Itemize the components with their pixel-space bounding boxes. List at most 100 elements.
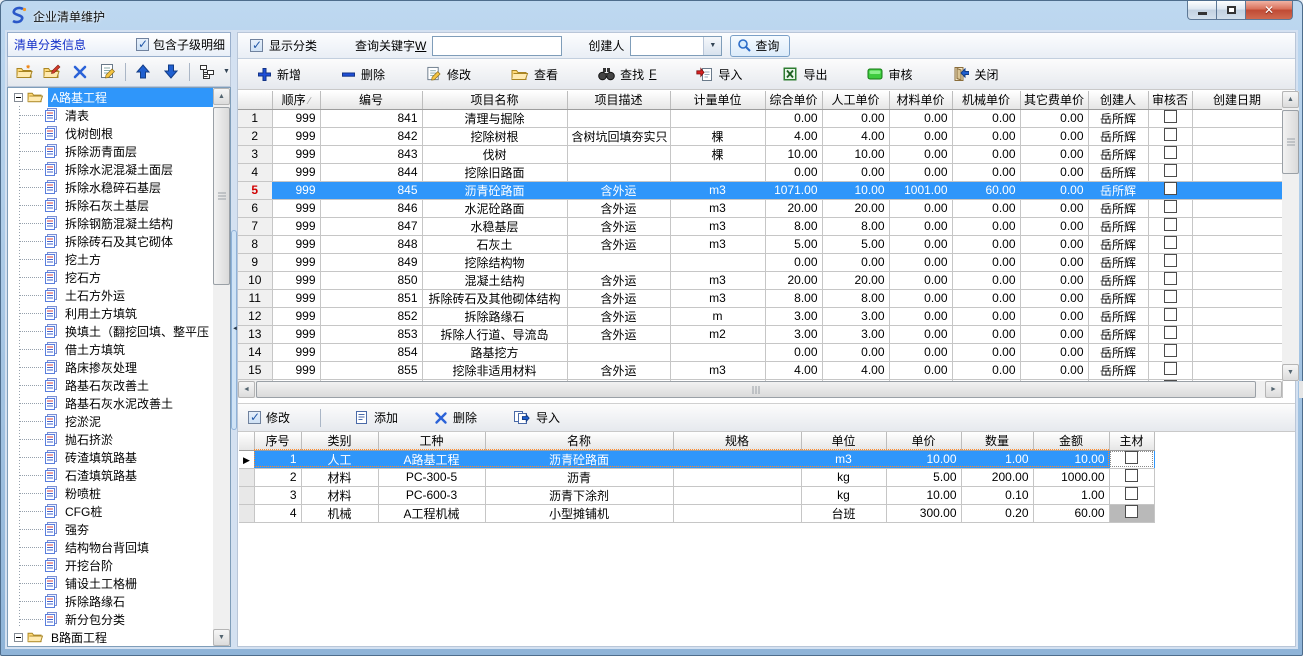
audit-checkbox[interactable] (1164, 308, 1177, 321)
column-header[interactable]: 序号 (254, 432, 301, 450)
row-number[interactable]: 13 (238, 325, 272, 343)
tree-item[interactable]: 拆除水稳碎石基层 (8, 178, 213, 196)
tree-item[interactable]: 拆除砖石及其它砌体 (8, 232, 213, 250)
table-row[interactable]: 14999854路基挖方0.000.000.000.000.00岳所辉 (238, 343, 1282, 361)
column-header[interactable]: 单位 (801, 432, 886, 450)
table-row[interactable]: 4999844挖除旧路面0.000.000.000.000.00岳所辉 (238, 163, 1282, 181)
column-header[interactable]: 计量单位 (670, 91, 765, 109)
creator-combobox[interactable]: ▼ (630, 36, 722, 56)
tree-item[interactable]: 拆除沥青面层 (8, 142, 213, 160)
collapse-minus-icon[interactable] (14, 93, 23, 102)
audit-checkbox[interactable] (1164, 128, 1177, 141)
row-number[interactable]: 7 (238, 217, 272, 235)
detail-modify-checkbox[interactable] (248, 411, 261, 424)
column-header[interactable]: 材料单价 (889, 91, 952, 109)
close-form-button[interactable]: 关闭 (949, 64, 1001, 85)
scroll-up-icon[interactable]: ▲ (1282, 91, 1299, 108)
tree-item[interactable]: 铺设土工格栅 (8, 574, 213, 592)
tree-item[interactable]: 路床掺灰处理 (8, 358, 213, 376)
table-row[interactable]: 7999847水稳基层含外运m38.008.000.000.000.00岳所辉 (238, 217, 1282, 235)
modify-category-button[interactable] (95, 60, 118, 84)
column-header[interactable]: 人工单价 (822, 91, 889, 109)
collapse-minus-icon[interactable] (14, 633, 23, 642)
tree-item[interactable]: 土石方外运 (8, 286, 213, 304)
column-header[interactable]: 项目名称 (422, 91, 567, 109)
main-material-checkbox[interactable] (1125, 505, 1138, 518)
tree-item[interactable]: 抛石挤淤 (8, 430, 213, 448)
titlebar[interactable]: 企业清单维护 ✕ (1, 1, 1302, 30)
import-button[interactable]: 导入 (693, 64, 745, 85)
table-row[interactable]: 13999853拆除人行道、导流岛含外运m23.003.000.000.000.… (238, 325, 1282, 343)
column-header[interactable]: 机械单价 (952, 91, 1020, 109)
tree-item[interactable]: 路基石灰改善土 (8, 376, 213, 394)
table-row[interactable]: 1999841清理与掘除0.000.000.000.000.00岳所辉 (238, 109, 1282, 127)
row-number[interactable]: 5 (238, 181, 272, 199)
table-row[interactable]: 12999852拆除路缘石含外运m3.003.000.000.000.00岳所辉 (238, 307, 1282, 325)
column-header[interactable]: 项目描述 (567, 91, 670, 109)
tree-item[interactable]: 结构物台背回填 (8, 538, 213, 556)
tree-item[interactable]: 换填土（翻挖回填、整平压 (8, 322, 213, 340)
table-row[interactable]: 3材料PC-600-3沥青下涂剂kg10.000.101.00 (239, 486, 1154, 504)
delete-category-button[interactable] (68, 60, 91, 84)
row-marker[interactable]: ▶ (239, 450, 254, 468)
row-number[interactable]: 4 (238, 163, 272, 181)
audit-checkbox[interactable] (1164, 200, 1177, 213)
row-number[interactable]: 14 (238, 343, 272, 361)
tree-item[interactable]: 挖土方 (8, 250, 213, 268)
table-row[interactable]: 11999851拆除砖石及其他砌体结构含外运m38.008.000.000.00… (238, 289, 1282, 307)
find-button[interactable]: 查找F (595, 64, 659, 85)
row-number[interactable]: 3 (238, 145, 272, 163)
minimize-button[interactable] (1187, 1, 1217, 20)
new-category-button[interactable] (13, 60, 36, 84)
scroll-right-icon[interactable]: ► (1265, 381, 1282, 398)
tree-folder-item[interactable]: B路面工程 (8, 628, 213, 646)
row-number[interactable]: 10 (238, 271, 272, 289)
audit-button[interactable]: 审核 (864, 64, 915, 85)
tree-scrollbar[interactable]: ▲ ▼ (213, 88, 230, 646)
item-grid-vthumb[interactable] (1282, 110, 1299, 174)
detail-add-button[interactable]: 添加 (351, 407, 401, 428)
audit-checkbox[interactable] (1164, 344, 1177, 357)
tree-folder-item[interactable]: A路基工程 (8, 88, 213, 106)
tree-levels-dropdown-arrow[interactable]: ▼ (223, 68, 230, 75)
chevron-down-icon[interactable]: ▼ (703, 37, 721, 55)
table-row[interactable]: 3999843伐树棵10.0010.000.000.000.00岳所辉 (238, 145, 1282, 163)
row-number[interactable]: 2 (238, 127, 272, 145)
tree-item[interactable]: 清表 (8, 106, 213, 124)
column-header[interactable]: 编号 (320, 91, 422, 109)
table-row[interactable]: 4机械A工程机械小型摊铺机台班300.000.2060.00 (239, 504, 1154, 522)
column-header[interactable]: 类别 (301, 432, 378, 450)
scroll-left-icon[interactable]: ◄ (238, 381, 255, 398)
tree-item[interactable]: 借土方填筑 (8, 340, 213, 358)
table-row[interactable]: 8999848石灰土含外运m35.005.000.000.000.00岳所辉 (238, 235, 1282, 253)
move-up-button[interactable] (132, 60, 155, 84)
row-marker[interactable] (239, 468, 254, 486)
delete-button[interactable]: 删除 (338, 64, 388, 85)
table-row[interactable]: 5999845沥青砼路面含外运m31071.0010.001001.0060.0… (238, 181, 1282, 199)
audit-checkbox[interactable] (1164, 254, 1177, 267)
tree-item[interactable]: 粉喷桩 (8, 484, 213, 502)
audit-checkbox[interactable] (1164, 164, 1177, 177)
item-grid-hthumb[interactable] (256, 381, 1256, 398)
audit-checkbox[interactable] (1164, 218, 1177, 231)
detail-import-button[interactable]: 导入 (510, 407, 563, 428)
row-number[interactable]: 12 (238, 307, 272, 325)
tree-item[interactable]: 挖淤泥 (8, 412, 213, 430)
row-number[interactable]: 9 (238, 253, 272, 271)
column-header[interactable]: 其它费单价 (1020, 91, 1088, 109)
tree-item[interactable]: 开挖台阶 (8, 556, 213, 574)
audit-checkbox[interactable] (1164, 272, 1177, 285)
column-header[interactable]: 金额 (1033, 432, 1109, 450)
audit-checkbox[interactable] (1164, 236, 1177, 249)
audit-checkbox[interactable] (1164, 362, 1177, 375)
row-number[interactable]: 11 (238, 289, 272, 307)
tree-item[interactable]: 拆除路缘石 (8, 592, 213, 610)
scroll-up-icon[interactable]: ▲ (213, 88, 230, 105)
tree-scrollbar-thumb[interactable] (213, 107, 230, 285)
audit-checkbox[interactable] (1164, 290, 1177, 303)
tree-item[interactable]: 砖渣填筑路基 (8, 448, 213, 466)
close-button[interactable]: ✕ (1246, 1, 1293, 20)
edit-category-button[interactable] (40, 60, 63, 84)
tree-item[interactable]: 强夯 (8, 520, 213, 538)
audit-checkbox[interactable] (1164, 182, 1177, 195)
